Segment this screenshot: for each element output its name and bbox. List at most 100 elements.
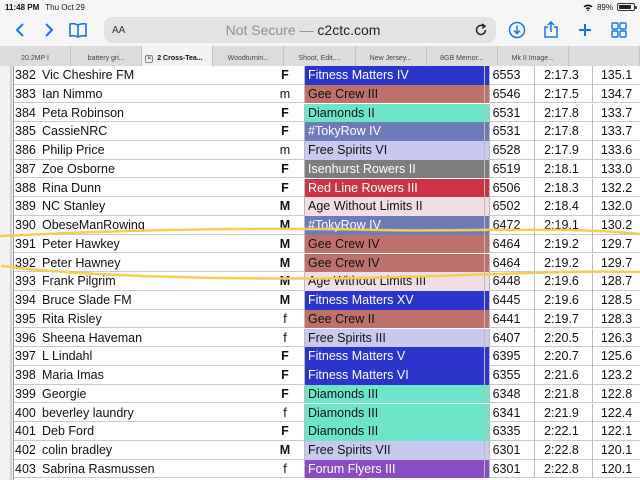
row-split: 133.0 bbox=[592, 159, 640, 179]
tab-label: battery gri... bbox=[87, 55, 125, 62]
row-score: 6472 bbox=[484, 216, 528, 235]
row-position: 382 bbox=[15, 68, 36, 82]
row-time: 2:20.7 bbox=[534, 347, 588, 366]
address-bar[interactable]: AA Not Secure — c2ctc.com bbox=[104, 17, 497, 43]
downloads-button[interactable] bbox=[502, 17, 532, 43]
row-position: 402 bbox=[15, 443, 36, 457]
row-split: 135.1 bbox=[592, 66, 640, 85]
not-secure-label: Not Secure — bbox=[225, 22, 314, 38]
status-bar: 11:48 PM Thu Oct 29 89% bbox=[0, 0, 640, 14]
row-gender: M bbox=[279, 236, 291, 251]
wifi-icon bbox=[583, 4, 593, 11]
row-club: Forum Flyers III bbox=[304, 459, 490, 479]
row-position: 401 bbox=[15, 424, 36, 439]
row-name: beverley laundry bbox=[42, 405, 134, 420]
table-row: 389 NC Stanley M Age Without Limits II 6502 2… bbox=[14, 197, 640, 216]
row-club: Diamonds III bbox=[304, 384, 490, 404]
table-row: 392 Peter Hawney M Gee Crew IV 6464 2:19.2 129… bbox=[14, 253, 640, 272]
row-score: 6464 bbox=[484, 253, 528, 272]
tab-label: Shoot, Edit,... bbox=[298, 55, 341, 62]
tab-label: 2 Cross-Tea... bbox=[157, 55, 203, 62]
row-score: 6531 bbox=[484, 122, 528, 141]
row-split: 133.7 bbox=[592, 122, 640, 141]
row-split: 132.0 bbox=[592, 197, 640, 216]
reload-icon[interactable] bbox=[474, 23, 488, 37]
row-gender: f bbox=[283, 461, 287, 476]
row-time: 2:21.6 bbox=[534, 366, 588, 385]
table-row: 386 Philip Price m Free Spirits VI 6528 2:17.… bbox=[14, 141, 640, 160]
row-club: Gee Crew IV bbox=[304, 253, 490, 272]
row-split: 120.1 bbox=[592, 441, 640, 460]
row-name: Ian Nimmo bbox=[42, 86, 103, 101]
row-time: 2:17.8 bbox=[534, 122, 588, 141]
results-table: 382 Vic Cheshire FM F Fitness Matters IV 655… bbox=[0, 66, 640, 480]
row-position: 385 bbox=[15, 124, 36, 139]
row-position: 403 bbox=[15, 461, 36, 476]
row-time: 2:17.5 bbox=[534, 84, 588, 104]
reader-settings-button[interactable]: AA bbox=[112, 25, 132, 36]
row-name: Sheena Haveman bbox=[42, 330, 143, 345]
url-domain: c2ctc.com bbox=[317, 22, 381, 38]
row-name: CassieNRC bbox=[42, 124, 108, 139]
row-gender: m bbox=[279, 86, 291, 101]
row-split: 123.2 bbox=[592, 366, 640, 385]
row-name: Peter Hawkey bbox=[42, 236, 120, 251]
share-button[interactable] bbox=[536, 17, 566, 43]
row-gender: M bbox=[279, 255, 291, 270]
share-icon bbox=[544, 21, 558, 38]
row-position: 384 bbox=[15, 105, 36, 120]
row-split: 132.2 bbox=[592, 178, 640, 197]
table-row: 394 Bruce Slade FM M Fitness Matters XV 6445… bbox=[14, 291, 640, 310]
row-score: 6519 bbox=[484, 159, 528, 179]
row-gender: M bbox=[279, 274, 291, 289]
row-score: 6445 bbox=[484, 291, 528, 310]
row-time: 2:17.9 bbox=[534, 141, 588, 160]
row-time: 2:22.1 bbox=[534, 422, 588, 441]
row-score: 6506 bbox=[484, 178, 528, 197]
forward-button[interactable] bbox=[35, 17, 64, 43]
close-tab-icon[interactable]: × bbox=[145, 54, 154, 63]
row-gender: F bbox=[281, 68, 289, 82]
tab-label: Woodturnin... bbox=[227, 55, 270, 62]
row-time: 2:19.1 bbox=[534, 216, 588, 235]
row-name: Philip Price bbox=[42, 143, 105, 157]
row-split: 122.8 bbox=[592, 384, 640, 404]
row-position: 395 bbox=[15, 311, 36, 326]
url-display[interactable]: Not Secure — c2ctc.com bbox=[132, 22, 474, 38]
bookmarks-button[interactable] bbox=[63, 17, 92, 43]
row-name: Peta Robinson bbox=[42, 105, 125, 120]
tab-overview-button[interactable] bbox=[604, 17, 634, 43]
table-row: 400 beverley laundry f Diamonds III 6341 2:21… bbox=[14, 403, 640, 422]
book-icon bbox=[68, 22, 87, 38]
chevron-right-icon bbox=[45, 23, 54, 37]
row-time: 2:21.8 bbox=[534, 384, 588, 404]
row-gender: M bbox=[279, 218, 291, 232]
row-club: Diamonds III bbox=[304, 403, 490, 422]
row-position: 392 bbox=[15, 255, 36, 270]
row-position: 400 bbox=[15, 405, 36, 420]
row-time: 2:21.9 bbox=[534, 403, 588, 422]
table-row: 390 ObeseManRowing M #TokyRow IV 6472 2:19.1 1… bbox=[14, 216, 640, 235]
browser-toolbar: AA Not Secure — c2ctc.com bbox=[0, 14, 640, 46]
row-club: Gee Crew III bbox=[304, 84, 490, 104]
table-row: 403 Sabrina Rasmussen f Forum Flyers III 630… bbox=[14, 459, 640, 479]
row-position: 387 bbox=[15, 161, 36, 176]
row-score: 6531 bbox=[484, 103, 528, 122]
table-row: 384 Peta Robinson F Diamonds II 6531 2:17.8 13… bbox=[14, 103, 640, 122]
row-position: 393 bbox=[15, 274, 36, 289]
row-name: Rita Risley bbox=[42, 311, 102, 326]
battery-percent: 89% bbox=[596, 2, 613, 12]
row-time: 2:19.2 bbox=[534, 253, 588, 272]
row-score: 6341 bbox=[484, 403, 528, 422]
table-row: 395 Rita Risley f Gee Crew II 6441 2:19.7 128.… bbox=[14, 309, 640, 329]
safari-window: 11:48 PM Thu Oct 29 89% AA Not Secure — … bbox=[0, 0, 640, 480]
row-club: Age Without Limits II bbox=[304, 197, 490, 216]
row-position: 389 bbox=[15, 199, 36, 214]
table-row: 382 Vic Cheshire FM F Fitness Matters IV 655… bbox=[14, 66, 640, 85]
back-button[interactable] bbox=[6, 17, 35, 43]
row-name: Georgie bbox=[42, 386, 87, 401]
row-score: 6407 bbox=[484, 328, 528, 347]
new-tab-button[interactable] bbox=[570, 17, 600, 43]
table-row: 397 L Lindahl F Fitness Matters V 6395 2:20.7… bbox=[14, 347, 640, 366]
row-gender: M bbox=[279, 293, 291, 307]
